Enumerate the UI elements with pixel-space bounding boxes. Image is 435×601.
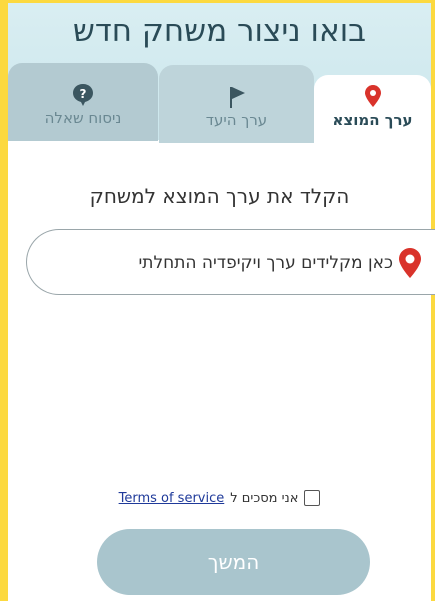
terms-of-service-link[interactable]: Terms of service [119,491,225,506]
flag-icon [159,85,314,113]
instruction-text: הקלד את ערך המוצא למשחק [89,184,350,208]
tab-origin[interactable]: ערך המוצא [314,75,431,143]
tab-question[interactable]: ? ניסוח שאלה [8,63,158,141]
question-icon: ? [8,83,158,111]
tab-destination-label: ערך היעד [205,111,268,129]
tab-origin-label: ערך המוצא [332,111,413,129]
map-pin-icon [314,85,431,111]
frame-right-border [431,0,435,601]
tab-destination[interactable]: ערך היעד [159,65,314,143]
terms-row: אני מסכים ל Terms of service [8,490,431,506]
tab-question-label: ניסוח שאלה [44,109,122,127]
terms-checkbox[interactable] [304,490,321,506]
terms-prefix: אני מסכים ל [230,490,299,506]
page-title: בואו ניצור משחק חדש [72,13,367,49]
frame-left-border [0,0,8,601]
map-pin-icon [399,248,421,282]
header: בואו ניצור משחק חדש ? ניסוח שאלה ערך היע… [8,3,431,143]
origin-input-container[interactable] [26,229,435,295]
svg-text:?: ? [80,87,87,101]
origin-article-input[interactable] [71,248,395,278]
continue-button[interactable]: המשך [97,529,370,595]
